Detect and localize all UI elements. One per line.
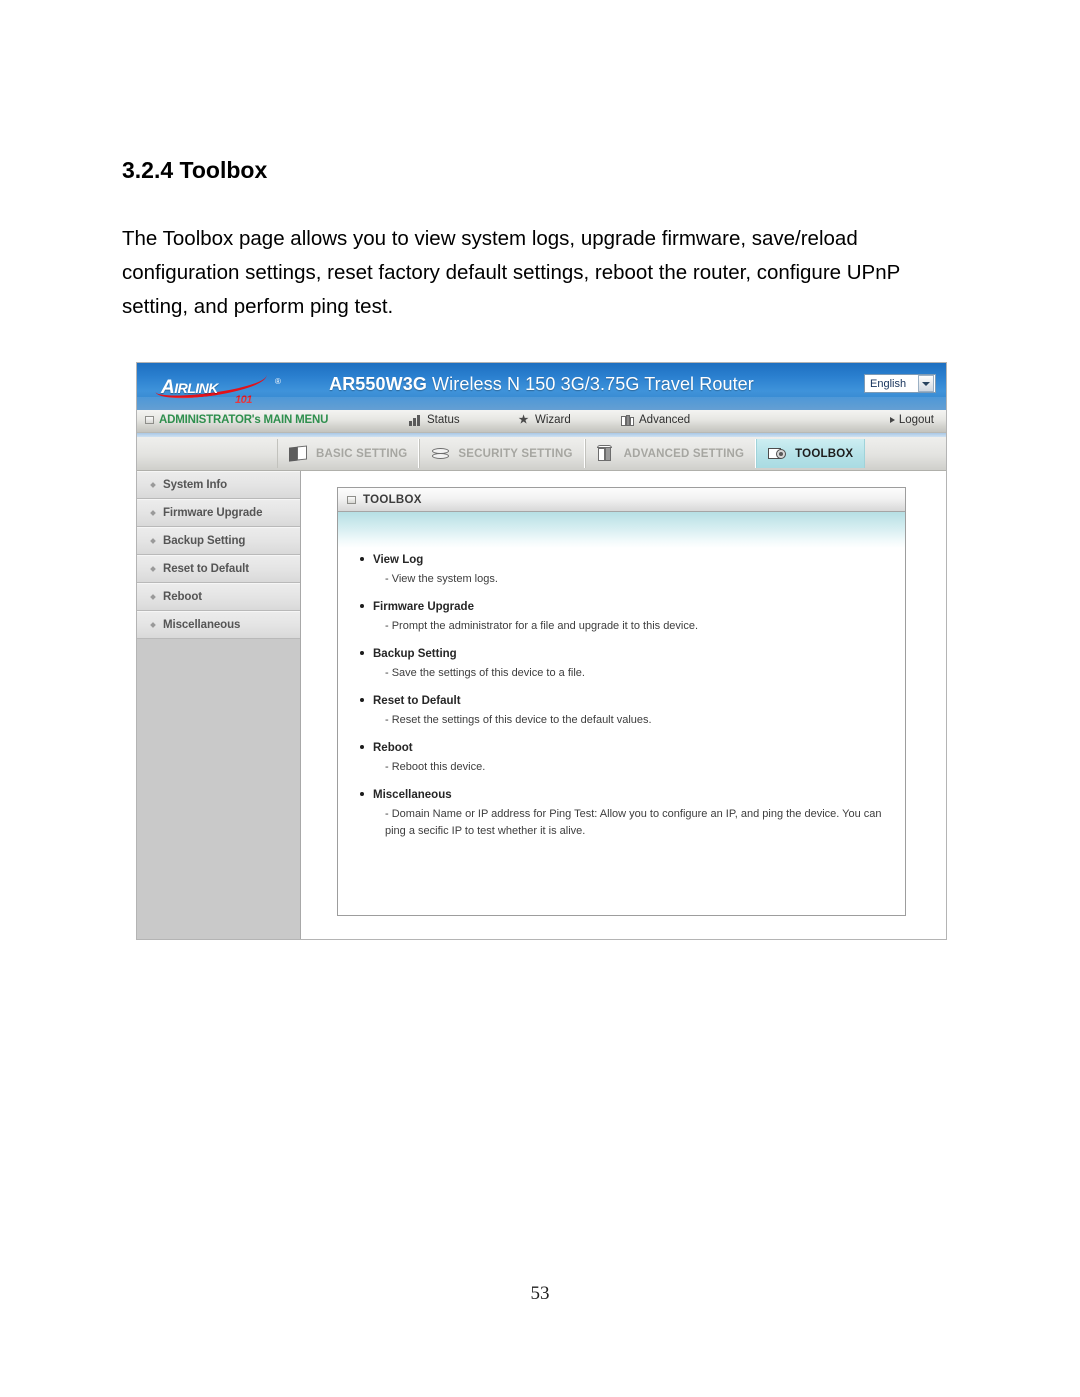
toolbox-item-heading[interactable]: Miscellaneous <box>360 789 887 801</box>
sidebar-item-label: Firmware Upgrade <box>163 507 263 519</box>
chevron-down-icon[interactable] <box>918 375 934 392</box>
sidebar-item-backup-setting[interactable]: Backup Setting <box>137 527 300 555</box>
sidebar-item-reset-to-default[interactable]: Reset to Default <box>137 555 300 583</box>
window-box-icon <box>145 416 154 424</box>
toolbox-panel: TOOLBOX View Log - View the system logs. <box>337 487 906 916</box>
toolbox-item-title: Reset to Default <box>373 695 461 707</box>
toolbox-item-view-log: View Log - View the system logs. <box>360 554 887 588</box>
ui-body: System Info Firmware Upgrade Backup Sett… <box>137 471 946 939</box>
toolbox-item-description: - Reboot this device. <box>385 761 486 773</box>
toolbox-item-heading[interactable]: Firmware Upgrade <box>360 601 887 613</box>
menu-item-status-label: Status <box>427 414 460 426</box>
bullet-icon <box>360 745 364 749</box>
sidebar-item-reboot[interactable]: Reboot <box>137 583 300 611</box>
toolbox-item-heading[interactable]: View Log <box>360 554 887 566</box>
content-area: TOOLBOX View Log - View the system logs. <box>301 471 946 939</box>
sidebar: System Info Firmware Upgrade Backup Sett… <box>137 471 301 939</box>
bullet-icon <box>150 482 156 488</box>
intro-paragraph: The Toolbox page allows you to view syst… <box>122 227 900 318</box>
signal-bars-icon <box>409 414 422 426</box>
toolbox-item-description: - View the system logs. <box>385 573 498 585</box>
toolbox-item-title: Backup Setting <box>373 648 457 660</box>
toolbox-item-description: - Reset the settings of this device to t… <box>385 714 652 726</box>
books-icon <box>621 414 634 426</box>
tab-toolbox-label: TOOLBOX <box>795 447 854 460</box>
tab-advanced-setting[interactable]: ADVANCED SETTING <box>584 439 757 468</box>
toolbox-item-title: Firmware Upgrade <box>373 601 474 613</box>
book-row-icon <box>596 445 617 462</box>
bullet-icon <box>360 698 364 702</box>
triangle-right-icon <box>889 417 895 423</box>
toolbox-item-title: Reboot <box>373 742 413 754</box>
language-selected-value: English <box>870 377 907 390</box>
tab-basic-setting[interactable]: BASIC SETTING <box>277 439 420 468</box>
toolbox-item-description: - Save the settings of this device to a … <box>385 667 585 679</box>
books-stack-icon <box>289 445 309 462</box>
page-title: 3.2.4 Toolbox <box>122 157 268 183</box>
main-menu-link[interactable]: ADMINISTRATOR's MAIN MENU <box>145 414 328 426</box>
toolbox-item-list: View Log - View the system logs. Firmwar… <box>338 548 905 840</box>
sidebar-item-system-info[interactable]: System Info <box>137 471 300 499</box>
sidebar-item-label: Reset to Default <box>163 563 249 575</box>
tab-security-setting[interactable]: SECURITY SETTING <box>419 439 585 468</box>
logout-label: Logout <box>898 414 934 426</box>
bullet-icon <box>150 510 156 516</box>
tab-advanced-setting-label: ADVANCED SETTING <box>623 447 745 460</box>
bullet-icon <box>150 566 156 572</box>
tab-toolbox[interactable]: TOOLBOX <box>756 439 866 468</box>
tab-security-setting-label: SECURITY SETTING <box>458 447 573 460</box>
toolbox-item-heading[interactable]: Backup Setting <box>360 648 887 660</box>
toolbox-gear-icon <box>768 445 788 462</box>
toolbox-item-description: - Domain Name or IP address for Ping Tes… <box>385 808 882 837</box>
toolbox-item-heading[interactable]: Reboot <box>360 742 887 754</box>
bullet-icon <box>360 604 364 608</box>
wand-icon: ★ <box>518 413 529 426</box>
sidebar-item-firmware-upgrade[interactable]: Firmware Upgrade <box>137 499 300 527</box>
ui-menu-bar: ADMINISTRATOR's MAIN MENU Status ★ Wizar… <box>137 410 946 433</box>
product-title: AR550W3G Wireless N 150 3G/3.75G Travel … <box>137 374 946 395</box>
product-description: Wireless N 150 3G/3.75G Travel Router <box>426 374 754 394</box>
toolbox-item-description: - Prompt the administrator for a file an… <box>385 620 699 632</box>
window-box-icon <box>347 495 356 504</box>
menu-item-advanced-label: Advanced <box>639 414 691 426</box>
toolbox-item-reboot: Reboot - Reboot this device. <box>360 742 887 776</box>
sidebar-item-label: Miscellaneous <box>163 619 241 631</box>
panel-title: TOOLBOX <box>363 493 422 506</box>
sidebar-item-label: System Info <box>163 479 228 491</box>
language-select[interactable]: English <box>864 374 936 393</box>
page-number: 53 <box>530 1283 550 1304</box>
menu-item-advanced[interactable]: Advanced <box>621 414 690 426</box>
logout-link[interactable]: Logout <box>889 414 934 426</box>
toolbox-item-firmware-upgrade: Firmware Upgrade - Prompt the administra… <box>360 601 887 635</box>
bullet-icon <box>360 557 364 561</box>
toolbox-item-title: Miscellaneous <box>373 789 452 801</box>
shield-stack-icon <box>431 445 451 462</box>
main-menu-label: ADMINISTRATOR's MAIN MENU <box>159 414 329 426</box>
menu-item-wizard[interactable]: ★ Wizard <box>517 414 571 426</box>
toolbox-item-miscellaneous: Miscellaneous - Domain Name or IP addres… <box>360 789 887 840</box>
panel-gradient-band <box>338 512 905 548</box>
bullet-icon <box>150 538 156 544</box>
product-model: AR550W3G <box>329 374 427 394</box>
menu-item-wizard-label: Wizard <box>535 414 571 426</box>
sidebar-item-miscellaneous[interactable]: Miscellaneous <box>137 611 300 639</box>
tab-basic-setting-label: BASIC SETTING <box>316 447 408 460</box>
toolbox-item-heading[interactable]: Reset to Default <box>360 695 887 707</box>
menu-item-status[interactable]: Status <box>409 414 460 426</box>
ui-tab-strip: BASIC SETTING SECURITY SETTING ADVANCED … <box>137 437 946 471</box>
sidebar-item-label: Backup Setting <box>163 535 246 547</box>
toolbox-item-title: View Log <box>373 554 424 566</box>
logo-101: 101 <box>235 394 252 406</box>
bullet-icon <box>150 622 156 628</box>
toolbox-item-backup-setting: Backup Setting - Save the settings of th… <box>360 648 887 682</box>
ui-header: AIRLINK ® 101 AR550W3G Wireless N 150 3G… <box>137 363 946 410</box>
sidebar-item-label: Reboot <box>163 591 203 603</box>
panel-header: TOOLBOX <box>338 488 905 512</box>
bullet-icon <box>150 594 156 600</box>
toolbox-item-reset-to-default: Reset to Default - Reset the settings of… <box>360 695 887 729</box>
bullet-icon <box>360 651 364 655</box>
router-ui-screenshot: AIRLINK ® 101 AR550W3G Wireless N 150 3G… <box>136 362 947 940</box>
bullet-icon <box>360 792 364 796</box>
